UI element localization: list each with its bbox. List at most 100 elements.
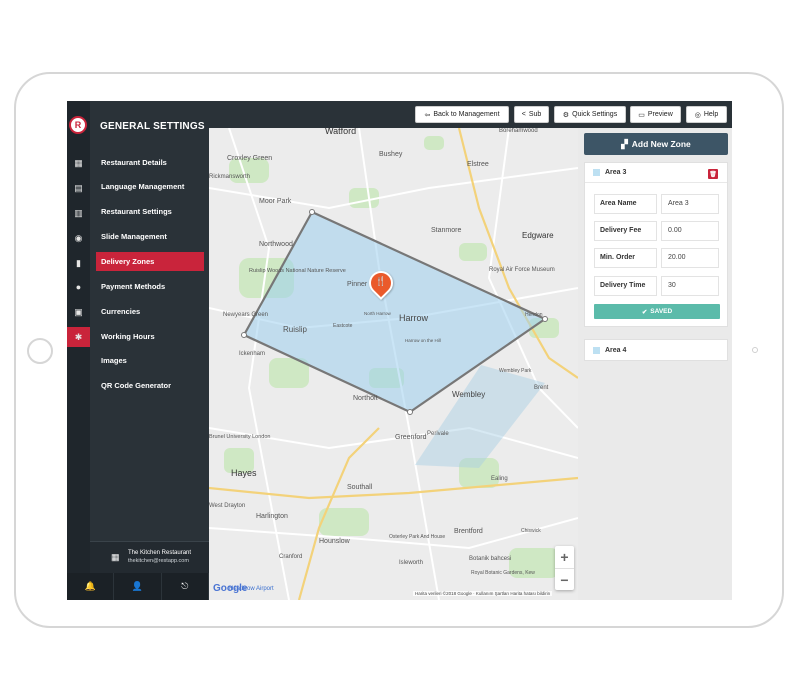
user-icon[interactable]: 👤 — [114, 573, 162, 600]
google-logo: Google — [213, 583, 248, 594]
map-label: Ruislip Woods National Nature Reserve — [249, 268, 346, 274]
monitor-icon: ▭ — [638, 111, 645, 119]
map-label: Greenford — [395, 434, 427, 441]
delivery-fee-row: Delivery Fee 0.00 — [594, 221, 720, 241]
map-label: Pinner — [347, 281, 368, 288]
sidebar-item-images[interactable]: Images — [96, 351, 204, 370]
zoom-out-button[interactable]: − — [555, 569, 574, 591]
map-label: Harrow on the Hill — [405, 338, 441, 343]
delivery-fee-input[interactable]: 0.00 — [661, 221, 719, 241]
cutlery-icon: 🍴 — [375, 276, 387, 286]
map-label: Wembley — [452, 390, 485, 399]
zone-card-header[interactable]: Area 3 🗑 — [585, 163, 727, 183]
bell-icon[interactable]: 🔔 — [67, 573, 115, 600]
zone-card-area-4[interactable]: Area 4 — [584, 339, 728, 361]
app-screen: R ▦ ▤ ▥ ◉ ▮ ● ▣ ✱ GENERAL SETTINGS Resta… — [67, 101, 732, 600]
gear-icon[interactable]: ✱ — [67, 327, 90, 347]
add-new-zone-button[interactable]: ▞ Add New Zone — [584, 133, 728, 155]
top-bar: ⇦ Back to Management < Sub ⚙ Quick Setti… — [209, 101, 732, 128]
map-label: Edgware — [522, 231, 554, 240]
map-label: Royal Air Force Museum — [489, 267, 555, 273]
map-label: Hendon — [525, 312, 543, 318]
map-label: Botanik bahcesi — [469, 556, 511, 562]
map-label: Northolt — [353, 395, 378, 402]
restaurant-email: thekitchen@restapp.com — [128, 558, 189, 564]
users-icon[interactable]: ◉ — [67, 228, 90, 248]
map-label: Brunel University London — [209, 434, 270, 440]
zones-panel: ▞ Add New Zone Area 3 🗑 Area Name Area 3… — [578, 128, 732, 600]
help-button[interactable]: ◎ Help — [686, 106, 727, 123]
zoom-control: + − — [555, 546, 574, 590]
area-name-row: Area Name Area 3 — [594, 194, 720, 214]
logo-icon[interactable]: R — [69, 116, 87, 134]
map-label: Ruislip — [283, 325, 308, 334]
camera — [752, 347, 758, 353]
bottom-toolbar: 🔔 👤 ⎋ — [67, 573, 209, 600]
delivery-time-row: Delivery Time 30 — [594, 276, 720, 296]
map-label: Southall — [347, 484, 373, 491]
map-label: Cranford — [279, 554, 302, 560]
quick-settings-button[interactable]: ⚙ Quick Settings — [554, 106, 626, 123]
chart-icon[interactable]: ▮ — [67, 253, 90, 273]
map-label: West Drayton — [209, 503, 245, 509]
zone-color-swatch — [593, 169, 600, 176]
book-icon[interactable]: ▤ — [67, 178, 90, 198]
sidebar-item-slide-management[interactable]: Slide Management — [96, 227, 204, 246]
logout-icon[interactable]: ⎋ — [162, 573, 209, 600]
zoom-in-button[interactable]: + — [555, 546, 574, 568]
back-to-management-button[interactable]: ⇦ Back to Management — [415, 106, 509, 123]
map-label: Royal Botanic Gardens, Kew — [471, 570, 535, 576]
min-order-input[interactable]: 20.00 — [661, 248, 719, 268]
map-label: Brentford — [454, 528, 483, 535]
map-label: Northwood — [259, 241, 293, 248]
map-label: Perivale — [427, 431, 449, 437]
restaurant-name: The Kitchen Restaurant — [128, 550, 192, 556]
user-icon[interactable]: ● — [67, 277, 90, 297]
map-canvas: Watford Borehamwood Bushey Croxley Green… — [209, 128, 578, 600]
map-label: Hounslow — [319, 538, 351, 545]
sidebar-item-delivery-zones[interactable]: Delivery Zones — [96, 252, 204, 271]
map-label: Stanmore — [431, 227, 461, 234]
sidebar-item-qr-code-generator[interactable]: QR Code Generator — [96, 376, 204, 395]
zone-card-area-3: Area 3 🗑 Area Name Area 3 Delivery Fee 0… — [584, 162, 728, 327]
map-label: North Harrow — [364, 311, 392, 316]
map-label: Osterley Park And House — [389, 534, 445, 540]
map-label: Eastcote — [333, 323, 353, 329]
help-icon: ◎ — [694, 111, 701, 119]
delivery-time-input[interactable]: 30 — [661, 276, 719, 296]
map-label: Bushey — [379, 151, 403, 158]
calendar-icon[interactable]: ▥ — [67, 203, 90, 223]
icon-rail: R ▦ ▤ ▥ ◉ ▮ ● ▣ ✱ — [67, 101, 90, 600]
sidebar-item-currencies[interactable]: Currencies — [96, 302, 204, 321]
map-label: Isleworth — [399, 560, 423, 566]
trash-icon[interactable]: 🗑 — [708, 169, 718, 179]
section-title: GENERAL SETTINGS — [100, 121, 205, 132]
store-icon[interactable]: ▦ — [67, 153, 90, 173]
sidebar-item-language-management[interactable]: Language Management — [96, 177, 204, 196]
area-name-input[interactable]: Area 3 — [661, 194, 719, 214]
sidebar: GENERAL SETTINGS Restaurant Details Lang… — [67, 101, 232, 600]
map-label: Ealing — [491, 476, 508, 482]
back-icon: ⇦ — [424, 111, 431, 119]
sidebar-item-payment-methods[interactable]: Payment Methods — [96, 277, 204, 296]
gear-icon: ⚙ — [562, 111, 570, 119]
sub-button[interactable]: < Sub — [514, 106, 549, 123]
preview-button[interactable]: ▭ Preview — [630, 106, 681, 123]
saved-button[interactable]: ✔ SAVED — [594, 304, 720, 319]
map-label: Ickenham — [239, 351, 265, 357]
map-label: Newyears Green — [223, 312, 268, 318]
home-button — [27, 338, 53, 364]
sidebar-item-restaurant-settings[interactable]: Restaurant Settings — [96, 202, 204, 221]
map-label: Chiswick — [521, 528, 541, 534]
sidebar-item-working-hours[interactable]: Working Hours — [96, 327, 204, 346]
zone-color-swatch — [593, 346, 600, 354]
gift-icon[interactable]: ▣ — [67, 302, 90, 322]
map-attribution[interactable]: Harita verileri ©2018 Google · Kullanım … — [413, 591, 553, 596]
delivery-zone-map[interactable]: Watford Borehamwood Bushey Croxley Green… — [209, 128, 578, 600]
check-icon: ✔ — [641, 308, 648, 316]
map-label: Rickmansworth — [209, 174, 250, 180]
map-label: Wembley Park — [499, 368, 532, 374]
sidebar-item-restaurant-details[interactable]: Restaurant Details — [96, 153, 204, 172]
zone-card-header[interactable]: Area 4 — [585, 340, 727, 360]
share-icon: < — [521, 111, 526, 118]
